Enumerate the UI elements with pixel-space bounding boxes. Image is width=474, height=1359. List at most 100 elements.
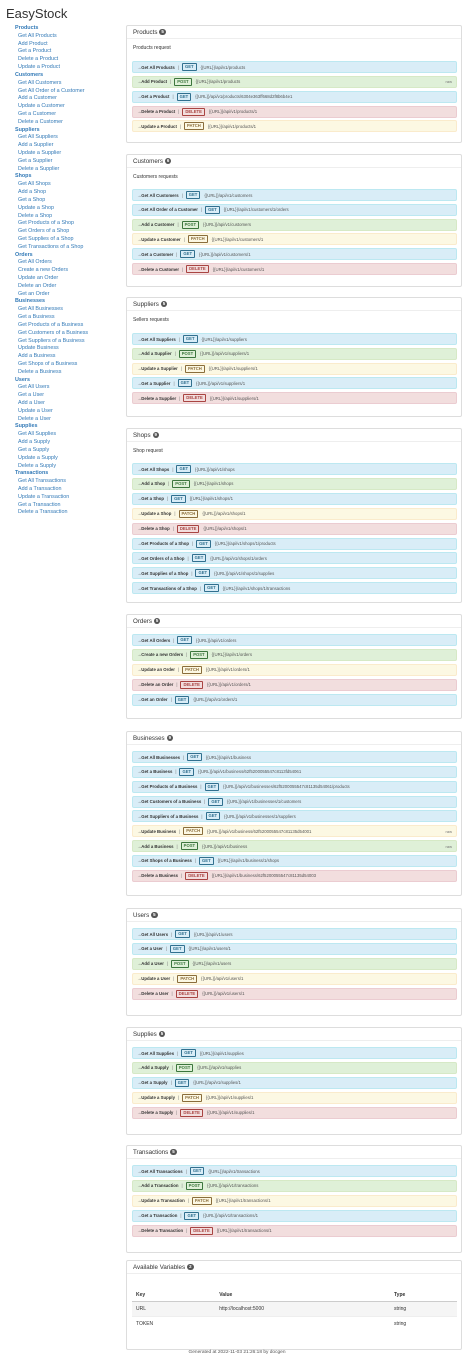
request-row[interactable]: → Delete a Shop | DELETE {{URL}}/api/v1/shop… — [132, 522, 457, 535]
sidebar-item-add-a-shop[interactable]: Add a Shop — [15, 189, 125, 197]
sidebar-item-get-transactions-of-a-shop[interactable]: Get Transactions of a Shop — [15, 244, 125, 252]
request-row[interactable]: → Update a Product | PATCH {{URL}}/api/v1/pr… — [132, 120, 457, 133]
request-row[interactable]: → Get All Suppliers | GET {{URL}}/api/v1/sup… — [132, 333, 457, 345]
request-row[interactable]: → Add a Supply | POST {{URL}}/api/v1/supplie… — [132, 1061, 457, 1074]
request-row[interactable]: → Get a Supplier | GET {{URL}}/api/v1/suppli… — [132, 377, 457, 390]
sidebar-item-add-a-supplier[interactable]: Add a Supplier — [15, 142, 125, 150]
request-row[interactable]: → Add a Business | POST {{URL}}/api/v1/busin… — [132, 840, 457, 853]
sidebar-item-get-shops-of-a-business[interactable]: Get Shops of a Business — [15, 361, 125, 369]
sidebar-item-get-a-shop[interactable]: Get a Shop — [15, 197, 125, 205]
sidebar-item-get-all-shops[interactable]: Get All Shops — [15, 181, 125, 189]
sidebar-item-delete-a-supply[interactable]: Delete a Supply — [15, 463, 125, 471]
sidebar-item-create-a-new-orders[interactable]: Create a new Orders — [15, 267, 125, 275]
request-name[interactable]: Get Customers of a Business — [141, 799, 201, 804]
request-name[interactable]: Update a Customer — [141, 237, 180, 242]
request-row[interactable]: → Update an Order | PATCH {{URL}}/api/v1/ord… — [132, 663, 457, 676]
request-row[interactable]: → Get Products of a Business | GET {{URL}}/a… — [132, 780, 457, 793]
request-name[interactable]: Get All Products — [141, 65, 175, 70]
request-row[interactable]: → Update a Shop | PATCH {{URL}}/api/v1/shops… — [132, 507, 457, 520]
request-name[interactable]: Delete a Business — [141, 873, 178, 878]
request-row[interactable]: → Get an Order | GET {{URL}}/api/v1/orders/1 — [132, 693, 457, 706]
request-row[interactable]: → Get a Supply | GET {{URL}}/api/v1/supplies… — [132, 1076, 457, 1089]
request-name[interactable]: Get All Users — [141, 932, 168, 937]
request-name[interactable]: Update a Product — [141, 124, 177, 129]
request-name[interactable]: Get All Suppliers — [141, 337, 175, 342]
sidebar-item-get-a-product[interactable]: Get a Product — [15, 48, 125, 56]
sidebar-item-update-a-product[interactable]: Update a Product — [15, 64, 125, 72]
sidebar-item-get-a-transaction[interactable]: Get a Transaction — [15, 502, 125, 510]
request-row[interactable]: → Get a User | GET {{URL}}/api/v1/users/1 — [132, 942, 457, 955]
request-name[interactable]: Get a Business — [141, 769, 172, 774]
sidebar-category-suppliers[interactable]: Suppliers — [15, 127, 125, 135]
request-name[interactable]: Delete a User — [141, 991, 168, 996]
request-name[interactable]: Get Supplies of a Shop — [141, 571, 188, 576]
request-row[interactable]: → Update a Transaction | PATCH {{URL}}/api/v… — [132, 1194, 457, 1207]
sidebar-category-businesses[interactable]: Businesses — [15, 298, 125, 306]
sidebar-item-delete-an-order[interactable]: Delete an Order — [15, 283, 125, 291]
request-name[interactable]: Get a Transaction — [141, 1213, 177, 1218]
sidebar-item-delete-a-product[interactable]: Delete a Product — [15, 56, 125, 64]
request-name[interactable]: Get All Transactions — [141, 1169, 182, 1174]
request-row[interactable]: → Get All Orders | GET {{URL}}/api/v1/orders — [132, 634, 457, 646]
sidebar-item-delete-a-user[interactable]: Delete a User — [15, 416, 125, 424]
request-name[interactable]: Update Business — [141, 829, 176, 834]
request-row[interactable]: → Delete a Product | DELETE {{URL}}/api/v1/p… — [132, 105, 457, 118]
sidebar-item-update-business[interactable]: Update Business — [15, 345, 125, 353]
request-name[interactable]: Update a Transaction — [141, 1198, 184, 1203]
request-row[interactable]: → Get All Order of a Customer | GET {{URL}}/… — [132, 203, 457, 216]
sidebar-item-get-suppliers-of-a-business[interactable]: Get Suppliers of a Business — [15, 338, 125, 346]
sidebar-item-get-orders-of-a-shop[interactable]: Get Orders of a Shop — [15, 228, 125, 236]
request-row[interactable]: → Delete a Supply | DELETE {{URL}}/api/v1/su… — [132, 1106, 457, 1119]
sidebar-item-get-all-order-of-a-customer[interactable]: Get All Order of a Customer — [15, 88, 125, 96]
request-name[interactable]: Update a User — [141, 976, 170, 981]
sidebar-item-get-all-products[interactable]: Get All Products — [15, 33, 125, 41]
request-name[interactable]: Update an Order — [141, 667, 175, 672]
sidebar-category-supplies[interactable]: Supplies — [15, 423, 125, 431]
request-row[interactable]: → Add Product | POST {{URL}}/api/v1/products… — [132, 75, 457, 88]
sidebar-item-get-products-of-a-business[interactable]: Get Products of a Business — [15, 322, 125, 330]
sidebar-item-get-all-suppliers[interactable]: Get All Suppliers — [15, 134, 125, 142]
request-name[interactable]: Get Suppliers of a Business — [141, 814, 198, 819]
request-name[interactable]: Get a Supplier — [141, 381, 170, 386]
sidebar-item-get-products-of-a-shop[interactable]: Get Products of a Shop — [15, 220, 125, 228]
request-row[interactable]: → Create a new Orders | POST {{URL}}/api/v1/… — [132, 648, 457, 661]
request-name[interactable]: Delete a Product — [141, 109, 175, 114]
sidebar-item-get-all-businesses[interactable]: Get All Businesses — [15, 306, 125, 314]
request-row[interactable]: → Add a Transaction | POST {{URL}}/api/v1/tr… — [132, 1179, 457, 1192]
request-row[interactable]: → Add a Shop | POST {{URL}}/api/v1/shops — [132, 477, 457, 490]
request-row[interactable]: → Get All Businesses | GET {{URL}}/api/v1/bu… — [132, 751, 457, 763]
request-row[interactable]: → Delete an Order | DELETE {{URL}}/api/v1/or… — [132, 678, 457, 691]
sidebar-item-get-all-customers[interactable]: Get All Customers — [15, 80, 125, 88]
sidebar-item-add-a-supply[interactable]: Add a Supply — [15, 439, 125, 447]
request-name[interactable]: Add a Supplier — [141, 351, 171, 356]
request-row[interactable]: → Get All Customers | GET {{URL}}/api/v1/cus… — [132, 189, 457, 201]
request-row[interactable]: → Get All Users | GET {{URL}}/api/v1/users — [132, 928, 457, 940]
request-name[interactable]: Get an Order — [141, 697, 167, 702]
request-row[interactable]: → Delete a Customer | DELETE {{URL}}/api/v1/… — [132, 263, 457, 275]
sidebar-item-get-a-user[interactable]: Get a User — [15, 392, 125, 400]
sidebar-item-update-a-transaction[interactable]: Update a Transaction — [15, 494, 125, 502]
request-row[interactable]: → Delete a Transaction | DELETE {{URL}}/api/… — [132, 1224, 457, 1237]
sidebar-item-update-a-customer[interactable]: Update a Customer — [15, 103, 125, 111]
request-name[interactable]: Update a Supply — [141, 1095, 175, 1100]
request-row[interactable]: → Get a Transaction | GET {{URL}}/api/v1/tra… — [132, 1209, 457, 1222]
sidebar-item-update-an-order[interactable]: Update an Order — [15, 275, 125, 283]
request-row[interactable]: → Get All Shops | GET {{URL}}/api/v1/shops — [132, 463, 457, 475]
request-name[interactable]: Delete an Order — [141, 682, 173, 687]
request-row[interactable]: → Get Orders of a Shop | GET {{URL}}/api/v1/… — [132, 552, 457, 565]
request-row[interactable]: → Get a Product | GET {{URL}}/api/v1/product… — [132, 90, 457, 103]
request-name[interactable]: Add a Supply — [141, 1065, 168, 1070]
request-name[interactable]: Update a Supplier — [141, 366, 178, 371]
request-row[interactable]: → Get a Business | GET {{URL}}/api/v1/busine… — [132, 765, 457, 778]
sidebar-item-update-a-supplier[interactable]: Update a Supplier — [15, 150, 125, 158]
request-row[interactable]: → Get All Products | GET {{URL}}/api/v1/prod… — [132, 61, 457, 73]
request-name[interactable]: Update a Shop — [141, 511, 171, 516]
sidebar-category-orders[interactable]: Orders — [15, 252, 125, 260]
sidebar-item-delete-a-transaction[interactable]: Delete a Transaction — [15, 509, 125, 517]
request-row[interactable]: → Update Business | PATCH {{URL}}/api/v1/bus… — [132, 825, 457, 838]
sidebar-item-delete-a-supplier[interactable]: Delete a Supplier — [15, 166, 125, 174]
sidebar-item-add-a-transaction[interactable]: Add a Transaction — [15, 486, 125, 494]
sidebar-item-get-a-supply[interactable]: Get a Supply — [15, 447, 125, 455]
request-row[interactable]: → Get Supplies of a Shop | GET {{URL}}/api/v… — [132, 567, 457, 580]
request-name[interactable]: Get a Customer — [141, 252, 173, 257]
